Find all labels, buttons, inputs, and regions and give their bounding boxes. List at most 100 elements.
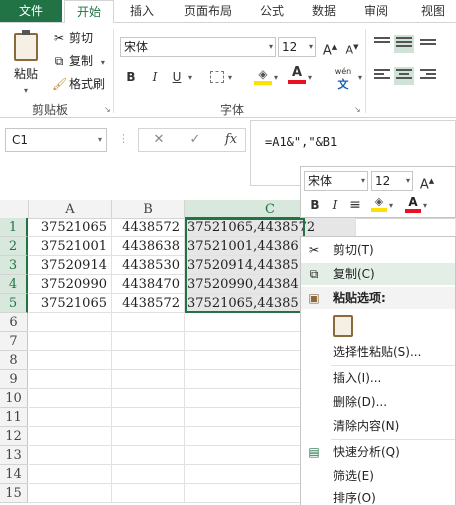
tab-data[interactable]: 数据 (306, 0, 342, 22)
insert-function-button[interactable]: fx (219, 129, 243, 151)
copy-button[interactable]: ⧉ 复制 ▾ (52, 52, 105, 70)
cell-c1[interactable]: 37521065,4438572 (185, 218, 356, 237)
cell-a4[interactable]: 37520990 (29, 275, 112, 294)
font-size-select[interactable]: 12 ▾ (278, 37, 316, 57)
row-header-6[interactable]: 6 (0, 313, 28, 332)
cell-b14[interactable] (112, 465, 185, 484)
row-header-11[interactable]: 11 (0, 408, 28, 427)
cell-b6[interactable] (112, 313, 185, 332)
dialog-launcher-icon[interactable]: ↘ (104, 105, 111, 114)
cell-b7[interactable] (112, 332, 185, 351)
cell-b8[interactable] (112, 351, 185, 370)
cell-d1[interactable] (356, 218, 456, 237)
row-header-2[interactable]: 2 (0, 237, 28, 256)
row-header-15[interactable]: 15 (0, 484, 28, 503)
cell-b13[interactable] (112, 446, 185, 465)
row-header-8[interactable]: 8 (0, 351, 28, 370)
align-middle-icon[interactable] (394, 35, 414, 53)
menu-item-filter[interactable]: 筛选(E) (301, 465, 455, 487)
cell-b1[interactable]: 4438572 (112, 218, 185, 237)
fill-color-button[interactable]: ◈ (254, 67, 272, 87)
chevron-down-icon[interactable]: ▾ (358, 73, 362, 82)
tab-review[interactable]: 审阅 (356, 0, 396, 22)
mini-font-color-button[interactable]: A (405, 195, 421, 215)
mini-italic-button[interactable]: I (327, 195, 343, 215)
menu-item-sort[interactable]: 排序(O) (301, 487, 455, 505)
menu-item-copy[interactable]: ⧉ 复制(C) (301, 263, 455, 285)
row-header-10[interactable]: 10 (0, 389, 28, 408)
align-top-icon[interactable] (374, 37, 390, 51)
font-name-select[interactable]: 宋体 ▾ (120, 37, 276, 57)
decrease-font-size-icon[interactable]: A▼ (344, 37, 360, 57)
phonetic-guide-button[interactable]: wén 文 (330, 67, 356, 92)
increase-font-size-icon[interactable]: A▲ (322, 37, 338, 58)
menu-item-cut[interactable]: ✂ 剪切(T) (301, 239, 455, 261)
chevron-down-icon[interactable]: ▾ (228, 73, 232, 82)
cell-a14[interactable] (29, 465, 112, 484)
row-header-4[interactable]: 4 (0, 275, 28, 294)
cell-b5[interactable]: 4438572 (112, 294, 185, 313)
chevron-down-icon[interactable]: ▾ (188, 73, 192, 82)
cell-a5[interactable]: 37521065 (29, 294, 112, 313)
row-header-5[interactable]: 5 (0, 294, 28, 313)
chevron-down-icon[interactable]: ▾ (308, 73, 312, 82)
paste-option-clipboard-icon[interactable] (333, 315, 353, 337)
chevron-down-icon[interactable]: ▾ (423, 201, 427, 210)
row-header-7[interactable]: 7 (0, 332, 28, 351)
menu-item-insert[interactable]: 插入(I)... (301, 367, 455, 389)
cell-b2[interactable]: 4438638 (112, 237, 185, 256)
cell-b10[interactable] (112, 389, 185, 408)
chevron-down-icon[interactable]: ▾ (389, 201, 393, 210)
cell-b11[interactable] (112, 408, 185, 427)
column-header-b[interactable]: B (112, 200, 185, 219)
menu-item-paste-special[interactable]: 选择性粘贴(S)... (301, 341, 455, 363)
menu-item-clear-contents[interactable]: 清除内容(N) (301, 415, 455, 437)
tab-page-layout[interactable]: 页面布局 (176, 0, 240, 22)
row-header-9[interactable]: 9 (0, 370, 28, 389)
borders-icon[interactable] (210, 71, 224, 83)
row-header-14[interactable]: 14 (0, 465, 28, 484)
cell-b15[interactable] (112, 484, 185, 503)
column-header-a[interactable]: A (29, 200, 112, 219)
name-box[interactable]: C1 ▾ (5, 128, 107, 152)
cell-a9[interactable] (29, 370, 112, 389)
row-header-12[interactable]: 12 (0, 427, 28, 446)
cell-a13[interactable] (29, 446, 112, 465)
mini-fill-color-button[interactable]: ◈ (371, 195, 387, 215)
menu-item-delete[interactable]: 删除(D)... (301, 391, 455, 413)
dialog-launcher-icon[interactable]: ↘ (354, 105, 361, 114)
tab-file[interactable]: 文件 (0, 0, 62, 22)
cell-a2[interactable]: 37521001 (29, 237, 112, 256)
cell-a11[interactable] (29, 408, 112, 427)
row-header-3[interactable]: 3 (0, 256, 28, 275)
confirm-icon[interactable]: ✓ (183, 129, 207, 151)
tab-formulas[interactable]: 公式 (252, 0, 292, 22)
cell-b9[interactable] (112, 370, 185, 389)
format-painter-button[interactable]: 🖌 格式刷 (52, 75, 105, 93)
mini-font-name-select[interactable]: 宋体 ▾ (304, 171, 368, 191)
chevron-down-icon[interactable]: ▾ (274, 73, 278, 82)
align-center-icon[interactable] (394, 67, 414, 85)
tab-home[interactable]: 开始 (64, 0, 114, 23)
font-color-button[interactable]: A (288, 65, 306, 87)
mini-font-size-select[interactable]: 12 ▾ (371, 171, 413, 191)
tab-view[interactable]: 视图 (410, 0, 456, 22)
row-header-1[interactable]: 1 (0, 218, 28, 237)
menu-item-quick-analysis[interactable]: ▤ 快速分析(Q) (301, 441, 455, 463)
italic-button[interactable]: I (146, 67, 164, 87)
tab-insert[interactable]: 插入 (120, 0, 164, 22)
cell-b3[interactable]: 4438530 (112, 256, 185, 275)
mini-increase-font-size-icon[interactable]: A▲ (419, 171, 435, 192)
cell-a10[interactable] (29, 389, 112, 408)
cell-a15[interactable] (29, 484, 112, 503)
cell-a7[interactable] (29, 332, 112, 351)
cancel-icon[interactable]: ✕ (147, 129, 171, 151)
underline-button[interactable]: U (168, 67, 186, 87)
cell-a1[interactable]: 37521065 (29, 218, 112, 237)
cut-button[interactable]: ✂ 剪切 (52, 29, 93, 47)
mini-align-center-icon[interactable]: ≡ (347, 195, 363, 215)
cell-b12[interactable] (112, 427, 185, 446)
cell-b4[interactable]: 4438470 (112, 275, 185, 294)
cell-a8[interactable] (29, 351, 112, 370)
drag-handle-icon[interactable]: ⋮ (118, 132, 129, 145)
